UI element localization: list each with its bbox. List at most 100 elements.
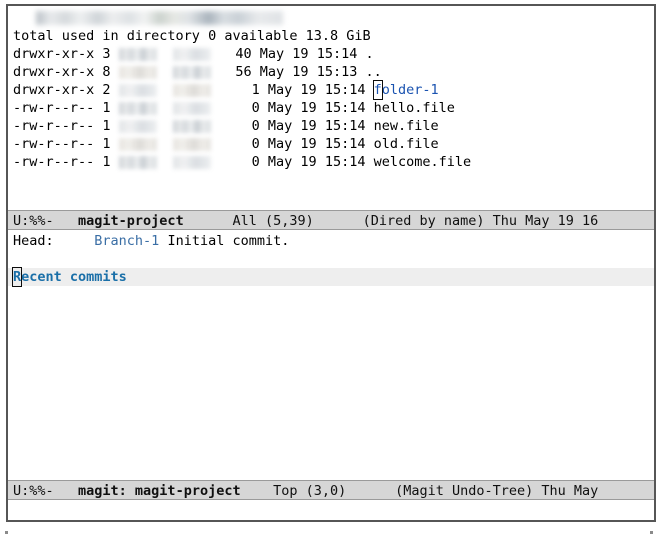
magit-section-heading-rest: ecent commits bbox=[21, 269, 127, 285]
dired-file-list[interactable]: total used in directory 0 available 13.8… bbox=[8, 6, 654, 171]
entry-name-rest: older-1 bbox=[381, 82, 439, 98]
entry-name[interactable]: .. bbox=[365, 64, 381, 80]
magit-head-label: Head: bbox=[13, 233, 54, 249]
entry-group-redacted bbox=[172, 47, 211, 61]
entry-size: 40 bbox=[235, 46, 252, 62]
entry-group-redacted bbox=[172, 83, 211, 97]
entry-owner-redacted bbox=[118, 83, 157, 97]
entry-links: 1 bbox=[102, 136, 111, 152]
emacs-frame: total used in directory 0 available 13.8… bbox=[6, 4, 656, 522]
entry-permissions: drwxr-xr-x bbox=[13, 82, 95, 98]
entry-time: 15:14 bbox=[324, 118, 366, 134]
mode-line-point: (5,39) bbox=[265, 213, 314, 229]
mode-line-position: All bbox=[232, 213, 257, 229]
echo-area-text bbox=[8, 501, 13, 517]
entry-owner-redacted bbox=[118, 155, 157, 169]
entry-permissions: drwxr-xr-x bbox=[13, 64, 95, 80]
entry-day: 19 bbox=[300, 136, 317, 152]
entry-name[interactable]: hello.file bbox=[374, 100, 455, 116]
table-row[interactable]: -rw-r--r-- 1 0 May 19 15:14 new.file bbox=[8, 117, 654, 135]
point-cursor: R bbox=[11, 267, 23, 287]
entry-links: 8 bbox=[102, 64, 111, 80]
mode-line-clock: Thu May bbox=[541, 483, 599, 499]
entry-month: May bbox=[267, 136, 293, 152]
table-row[interactable]: -rw-r--r-- 1 0 May 19 15:14 old.file bbox=[8, 135, 654, 153]
magit-mode-line[interactable]: U:%%- magit: magit-project Top (3,0) (Ma… bbox=[8, 480, 654, 500]
entry-day: 19 bbox=[292, 64, 309, 80]
table-row[interactable]: drwxr-xr-x 3 40 May 19 15:14 . bbox=[8, 45, 654, 63]
entry-month: May bbox=[259, 46, 285, 62]
dired-summary-line: total used in directory 0 available 13.8… bbox=[8, 27, 654, 45]
entry-owner-redacted bbox=[118, 137, 157, 151]
entry-day: 19 bbox=[300, 82, 317, 98]
table-row[interactable]: -rw-r--r-- 1 0 May 19 15:14 hello.file bbox=[8, 99, 654, 117]
entry-permissions: -rw-r--r-- bbox=[13, 154, 95, 170]
entry-time: 15:14 bbox=[324, 154, 366, 170]
entry-group-redacted bbox=[172, 65, 211, 79]
entry-month: May bbox=[259, 64, 285, 80]
entry-links: 1 bbox=[102, 100, 111, 116]
mode-line-clock: Thu May 19 16 bbox=[492, 213, 599, 229]
entry-links: 3 bbox=[102, 46, 111, 62]
entry-day: 19 bbox=[300, 100, 317, 116]
entry-day: 19 bbox=[300, 118, 317, 134]
mode-line-indicators: U:%%- bbox=[13, 213, 54, 229]
entry-size: 0 bbox=[251, 154, 260, 170]
dired-header-line-redacted bbox=[36, 11, 283, 25]
mode-line-point: (3,0) bbox=[305, 483, 347, 499]
table-row[interactable]: drwxr-xr-x 2 1 May 19 15:14 folder-1 bbox=[8, 80, 654, 100]
mode-line-position: Top bbox=[273, 483, 298, 499]
point-cursor: f bbox=[372, 80, 383, 100]
dired-mode-line[interactable]: U:%%- magit-project All (5,39) (Dired by… bbox=[8, 210, 654, 230]
mode-line-buffer-name[interactable]: magit: magit-project bbox=[78, 483, 241, 499]
entry-links: 1 bbox=[102, 118, 111, 134]
entry-name[interactable]: old.file bbox=[374, 136, 439, 152]
magit-section-recent-commits[interactable]: Recent commits bbox=[8, 267, 654, 287]
entry-group-redacted bbox=[172, 137, 211, 151]
entry-month: May bbox=[267, 82, 293, 98]
entry-owner-redacted bbox=[118, 65, 157, 79]
table-row[interactable]: drwxr-xr-x 8 56 May 19 15:13 .. bbox=[8, 63, 654, 81]
mode-line-major-mode[interactable]: (Magit Undo-Tree) bbox=[395, 483, 533, 499]
page-marker-left bbox=[5, 531, 8, 534]
entry-permissions: -rw-r--r-- bbox=[13, 100, 95, 116]
entry-day: 19 bbox=[292, 46, 309, 62]
entry-name[interactable]: . bbox=[365, 46, 373, 62]
entry-time: 15:14 bbox=[316, 46, 358, 62]
entry-month: May bbox=[267, 154, 293, 170]
mode-line-buffer-name[interactable]: magit-project bbox=[78, 213, 184, 229]
magit-head-branch[interactable]: Branch-1 bbox=[94, 233, 159, 249]
entry-day: 19 bbox=[300, 154, 317, 170]
entry-size: 0 bbox=[251, 118, 260, 134]
entry-month: May bbox=[267, 100, 293, 116]
entry-month: May bbox=[267, 118, 293, 134]
entry-size: 0 bbox=[251, 100, 260, 116]
magit-head-message: Initial commit. bbox=[167, 233, 290, 249]
entry-size: 0 bbox=[251, 136, 260, 152]
minibuffer-echo-area[interactable] bbox=[8, 500, 654, 520]
entry-name[interactable]: new.file bbox=[374, 118, 439, 134]
entry-owner-redacted bbox=[118, 101, 157, 115]
magit-blank-line bbox=[8, 250, 654, 268]
entry-owner-redacted bbox=[118, 47, 157, 61]
entry-time: 15:14 bbox=[324, 136, 366, 152]
page-marker-right bbox=[650, 531, 653, 534]
dired-summary-text: total used in directory 0 available 13.8… bbox=[13, 28, 371, 44]
magit-status-window[interactable]: Head: Branch-1 Initial commit. Recent co… bbox=[8, 230, 654, 480]
table-row[interactable]: -rw-r--r-- 1 0 May 19 15:14 welcome.file bbox=[8, 153, 654, 171]
mode-line-major-mode[interactable]: (Dired by name) bbox=[363, 213, 485, 229]
entry-time: 15:13 bbox=[316, 64, 358, 80]
magit-buffer-content[interactable]: Head: Branch-1 Initial commit. Recent co… bbox=[8, 230, 654, 287]
magit-head-line[interactable]: Head: Branch-1 Initial commit. bbox=[8, 232, 654, 250]
entry-time: 15:14 bbox=[324, 100, 366, 116]
dired-window[interactable]: total used in directory 0 available 13.8… bbox=[8, 6, 654, 210]
entry-time: 15:14 bbox=[324, 82, 366, 98]
entry-name[interactable]: welcome.file bbox=[374, 154, 472, 170]
entry-links: 1 bbox=[102, 154, 111, 170]
mode-line-indicators: U:%%- bbox=[13, 483, 54, 499]
entry-group-redacted bbox=[172, 119, 211, 133]
entry-group-redacted bbox=[172, 155, 211, 169]
entry-name[interactable]: folder-1 bbox=[372, 80, 439, 100]
entry-permissions: drwxr-xr-x bbox=[13, 46, 95, 62]
entry-permissions: -rw-r--r-- bbox=[13, 136, 95, 152]
